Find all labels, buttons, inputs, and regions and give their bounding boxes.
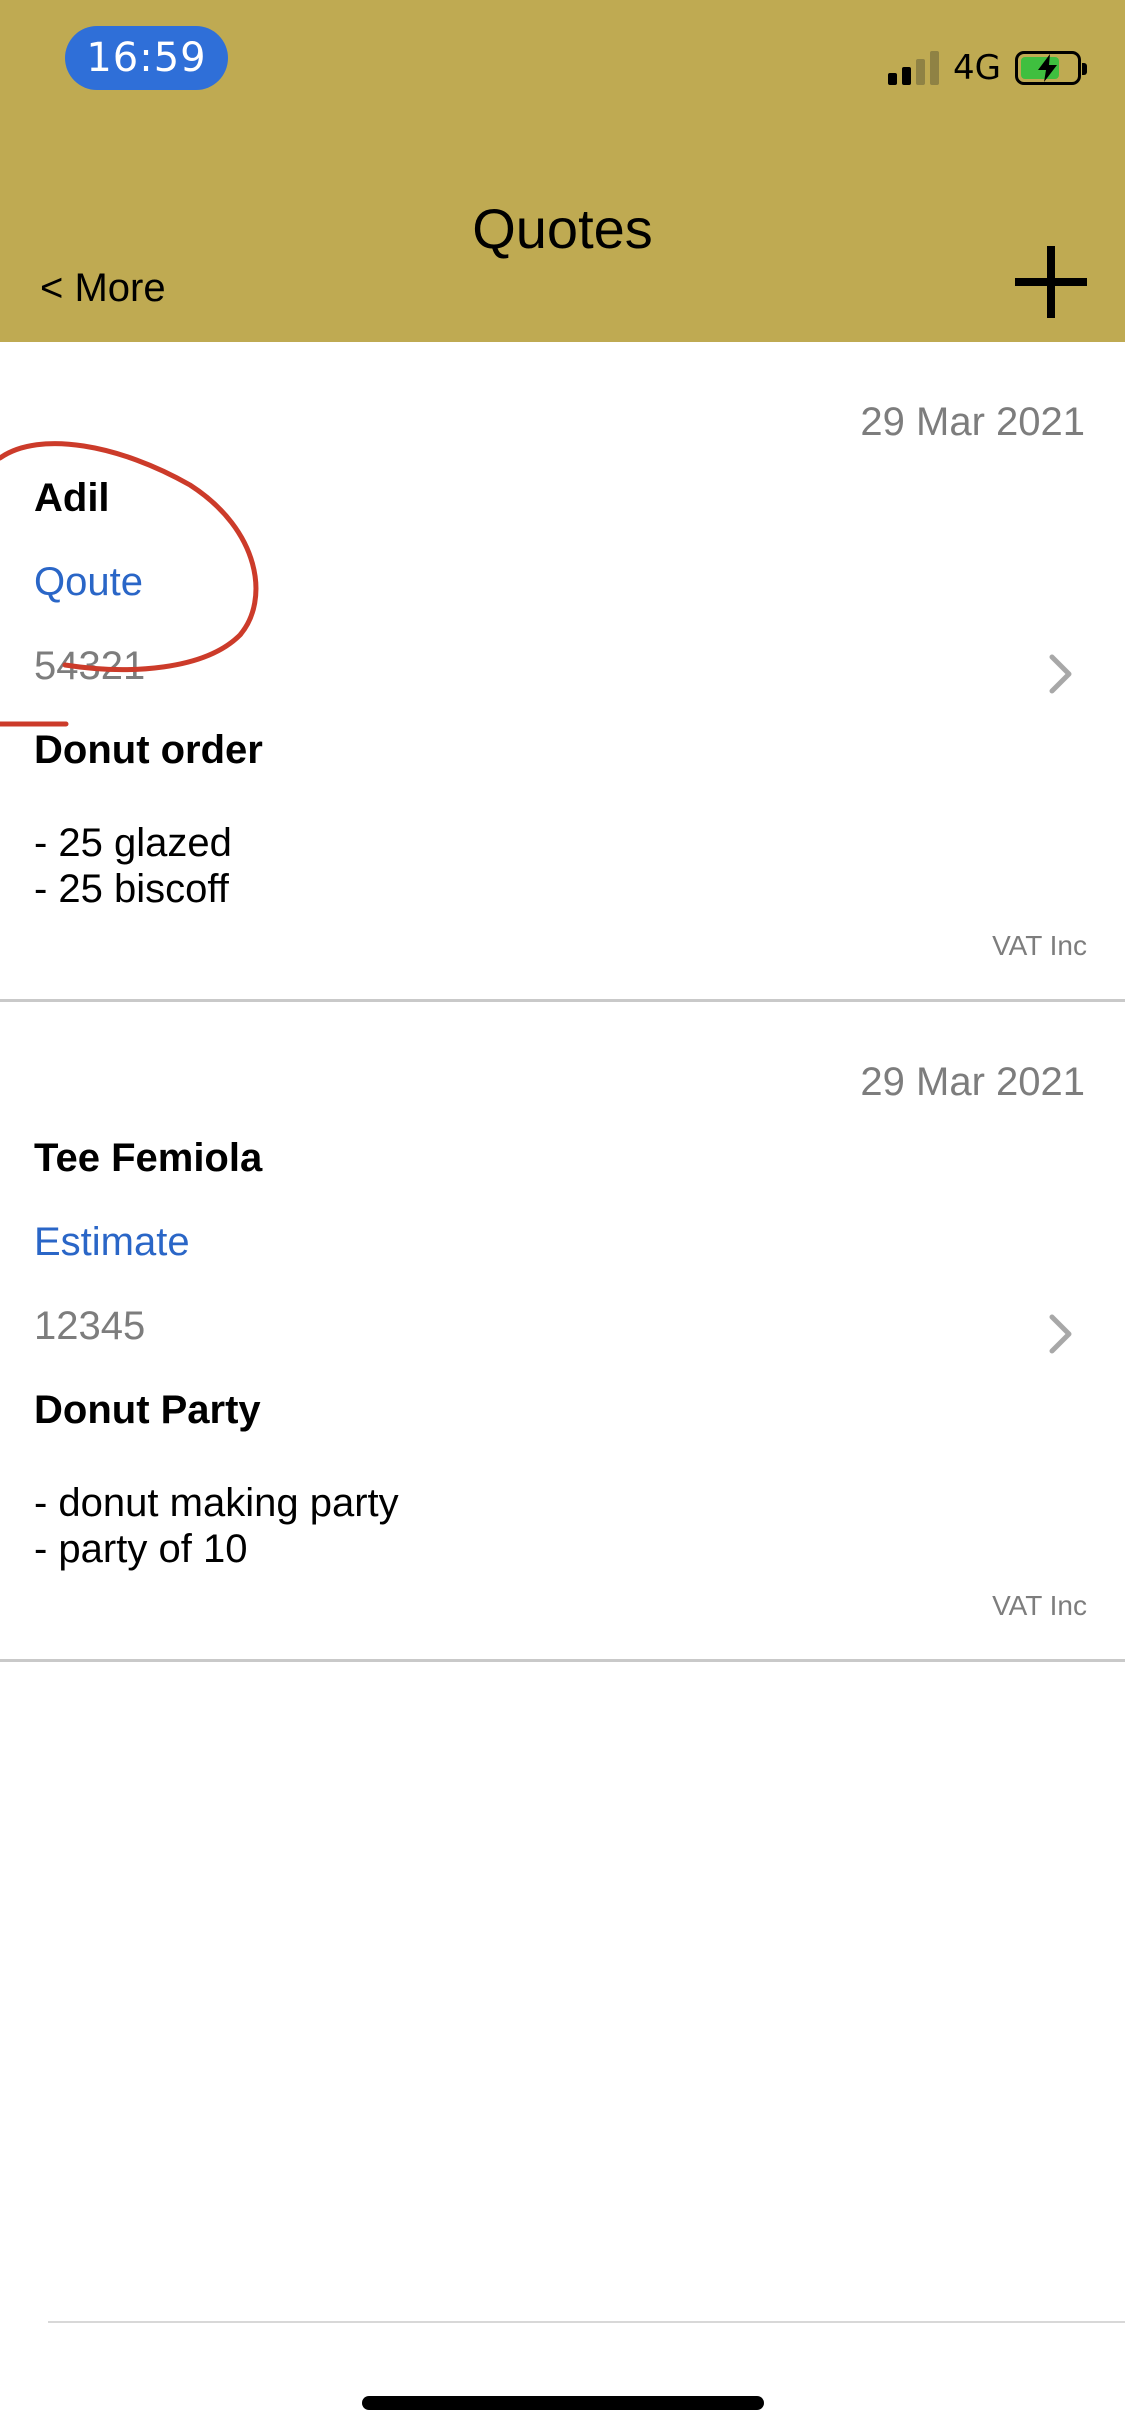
- client-name: Tee Femiola: [34, 1136, 263, 1180]
- chevron-right-icon: [1049, 1314, 1072, 1354]
- home-indicator[interactable]: [362, 2396, 764, 2410]
- quote-subject: Donut order: [34, 728, 263, 772]
- chevron-right-icon: [1049, 654, 1072, 694]
- status-indicators: 4G: [888, 46, 1087, 90]
- network-label: 4G: [953, 48, 1001, 88]
- document-type: Qoute: [34, 560, 143, 604]
- quote-row[interactable]: 29 Mar 2021 Tee Femiola Estimate 12345 D…: [0, 1002, 1125, 1662]
- signal-icon: [888, 51, 940, 85]
- row-divider: [0, 1659, 1125, 1662]
- quote-number: 12345: [34, 1304, 146, 1348]
- battery-icon: [1015, 51, 1087, 85]
- page-title: Quotes: [472, 197, 653, 260]
- note-line: - party of 10: [34, 1527, 248, 1571]
- quote-date: 29 Mar 2021: [860, 1060, 1085, 1104]
- status-time: 16:59: [65, 26, 228, 90]
- charging-bolt-icon: [1038, 54, 1057, 82]
- back-button[interactable]: < More: [40, 266, 166, 311]
- quote-row[interactable]: 29 Mar 2021 Adil Qoute 54321 Donut order…: [0, 342, 1125, 1002]
- nav-header: 16:59 4G Quotes < More: [0, 0, 1125, 342]
- quote-number: 54321: [34, 644, 146, 688]
- quote-subject: Donut Party: [34, 1388, 261, 1432]
- document-type: Estimate: [34, 1220, 190, 1264]
- tax-label: VAT Inc: [992, 1590, 1087, 1621]
- note-line: - donut making party: [34, 1481, 399, 1525]
- client-name: Adil: [34, 476, 110, 520]
- toolbar-divider: [48, 2321, 1125, 2323]
- quote-date: 29 Mar 2021: [860, 400, 1085, 444]
- add-quote-button[interactable]: [1015, 246, 1087, 318]
- quote-notes: - donut making party - party of 10: [34, 1480, 399, 1572]
- note-line: - 25 glazed: [34, 821, 232, 865]
- tax-label: VAT Inc: [992, 930, 1087, 961]
- quote-notes: - 25 glazed - 25 biscoff: [34, 820, 232, 912]
- note-line: - 25 biscoff: [34, 867, 229, 911]
